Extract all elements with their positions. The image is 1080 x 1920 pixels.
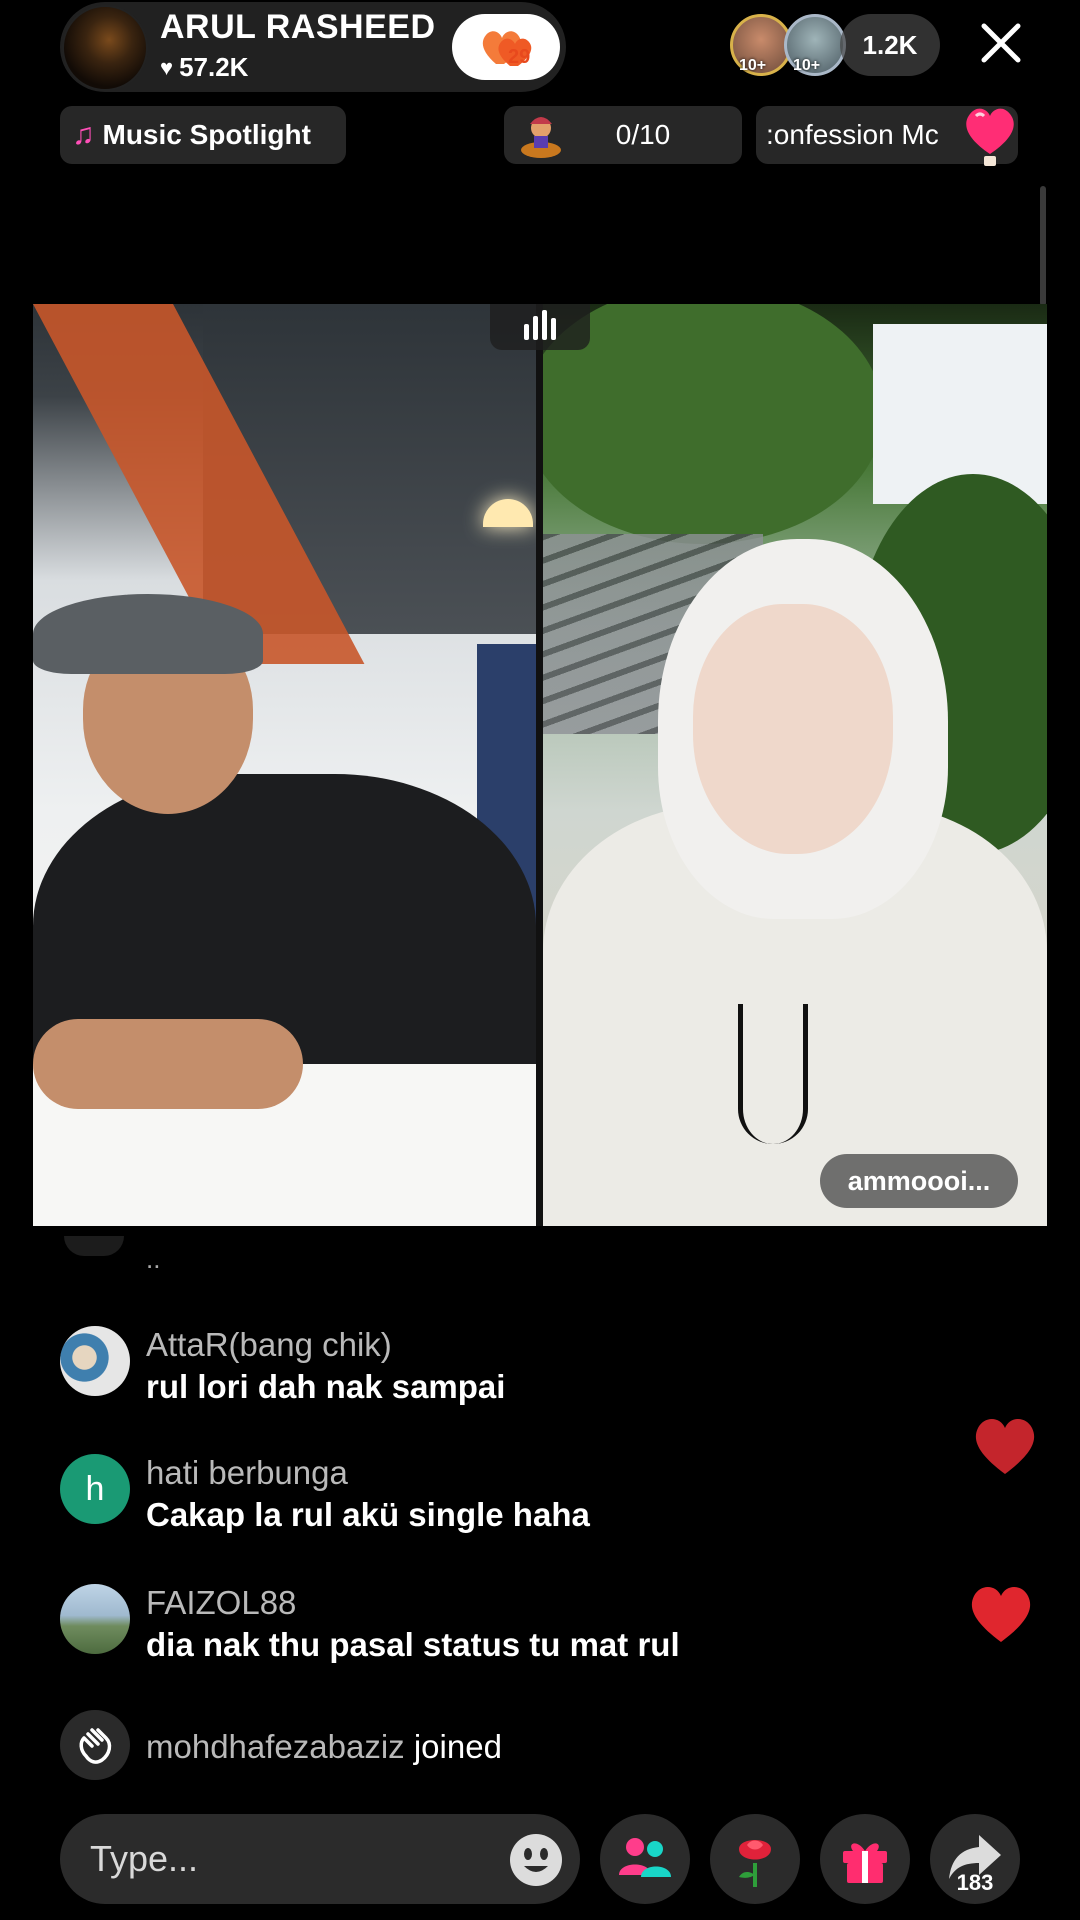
chat-username[interactable]: AttaR(bang chik) bbox=[146, 1326, 392, 1364]
comment-placeholder: Type... bbox=[90, 1838, 199, 1879]
host-arm bbox=[33, 1019, 303, 1109]
top-viewer-avatar-2[interactable]: 10+ bbox=[784, 14, 846, 76]
host-avatar[interactable] bbox=[62, 5, 148, 91]
music-spotlight-chip[interactable]: ♫ Music Spotlight bbox=[60, 106, 346, 164]
guest-lanyard bbox=[738, 1004, 808, 1144]
gift-icon bbox=[843, 1843, 887, 1883]
guests-icon bbox=[619, 1838, 671, 1877]
joined-username[interactable]: mohdhafezabaziz bbox=[146, 1728, 405, 1765]
joined-action: joined bbox=[413, 1728, 502, 1765]
balloon-heart-icon[interactable] bbox=[958, 104, 1022, 170]
viewer-level-badge: 10+ bbox=[739, 57, 767, 74]
goal-progress-chip[interactable]: 0/10 bbox=[504, 106, 742, 164]
chat-username[interactable]: FAIZOL88 bbox=[146, 1584, 296, 1622]
video-divider bbox=[536, 304, 543, 1226]
faded-chat-text: .. bbox=[146, 1244, 161, 1274]
chat-username[interactable]: hati berbunga bbox=[146, 1454, 348, 1492]
tree bbox=[543, 304, 883, 544]
genie-icon bbox=[521, 117, 561, 158]
heart-icon bbox=[975, 1419, 1035, 1474]
chat-avatar[interactable]: h bbox=[60, 1454, 130, 1524]
comment-input[interactable]: Type... bbox=[60, 1814, 580, 1904]
join-text: mohdhafezabaziz joined bbox=[146, 1728, 502, 1766]
rose-icon bbox=[739, 1840, 771, 1887]
scroll-indicator bbox=[1040, 186, 1046, 306]
share-button[interactable]: 183 bbox=[930, 1814, 1020, 1904]
confession-label: :onfession Mc bbox=[766, 119, 939, 150]
rose-gift-button[interactable] bbox=[710, 1814, 800, 1904]
chat-avatar[interactable] bbox=[60, 1584, 130, 1654]
host-name: ARUL RASHEED bbox=[160, 8, 436, 46]
guests-button[interactable] bbox=[600, 1814, 690, 1904]
viewer-level-badge: 10+ bbox=[793, 57, 821, 74]
guest-video-pane[interactable] bbox=[543, 304, 1047, 1226]
top-viewer-avatar-1[interactable]: 10+ bbox=[730, 14, 792, 76]
faded-avatar bbox=[64, 1236, 124, 1256]
host-video-pane[interactable] bbox=[33, 304, 536, 1226]
chat-text: rul lori dah nak sampai bbox=[146, 1368, 506, 1405]
music-spotlight-label: Music Spotlight bbox=[102, 119, 311, 150]
follow-button[interactable]: 29 bbox=[452, 14, 560, 80]
share-count: 183 bbox=[956, 1870, 994, 1895]
guest-face bbox=[693, 604, 893, 854]
host-cap bbox=[33, 594, 263, 674]
emoji-icon[interactable] bbox=[508, 1832, 564, 1888]
goal-progress-text: 0/10 bbox=[615, 119, 671, 150]
heart-icon bbox=[971, 1587, 1031, 1642]
host-likes-count: 57.2K bbox=[179, 52, 249, 82]
gift-button[interactable] bbox=[820, 1814, 910, 1904]
heart-icon: ♥ bbox=[160, 54, 174, 80]
guest-name-tag[interactable]: ammoooi... bbox=[820, 1154, 1018, 1208]
close-icon[interactable] bbox=[976, 18, 1026, 68]
music-note-icon: ♫ bbox=[72, 118, 95, 151]
chat-text: dia nak thu pasal status tu mat rul bbox=[146, 1626, 680, 1663]
audio-bars-icon[interactable] bbox=[490, 304, 590, 350]
chat-text: Cakap la rul akü single haha bbox=[146, 1496, 590, 1533]
chat-avatar[interactable] bbox=[60, 1326, 130, 1396]
viewer-count-button[interactable]: 1.2K bbox=[840, 14, 940, 76]
follow-badge-count: 29 bbox=[508, 46, 531, 68]
host-likes: ♥ 57.2K bbox=[160, 52, 248, 83]
wave-hand-icon bbox=[60, 1710, 130, 1780]
